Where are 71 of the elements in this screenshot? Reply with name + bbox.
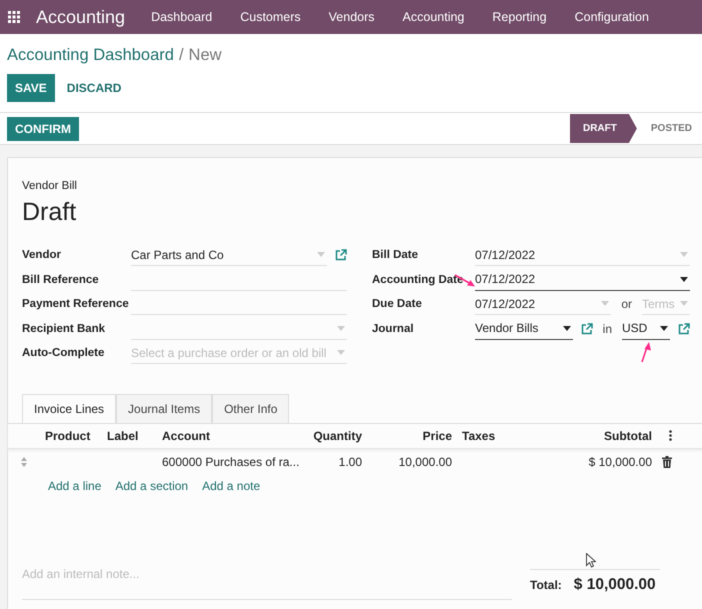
status-stage[interactable]: POSTED — [636, 114, 702, 143]
total-amount: $ 10,000.00 — [574, 576, 656, 594]
input-field[interactable]: 07/12/2022 — [475, 293, 612, 316]
table-cell-text: 600000 Purchases of ra... — [161, 454, 297, 468]
column-header[interactable]: Price — [367, 428, 457, 442]
field-label: Bill Reference — [22, 274, 99, 286]
add-link[interactable]: Add a section — [115, 478, 188, 492]
field-label: Bill Date — [372, 249, 418, 262]
app-title: Accounting — [36, 6, 126, 28]
caret-icon — [562, 326, 571, 331]
caret-icon — [660, 326, 668, 331]
caret-icon — [337, 326, 345, 331]
confirm-button[interactable]: CONFIRM — [7, 117, 79, 141]
menu-item[interactable]: Dashboard — [137, 10, 226, 24]
breadcrumb-link[interactable]: Accounting Dashboard — [7, 46, 174, 64]
tab[interactable]: Invoice Lines — [22, 394, 116, 422]
input-field[interactable]: 07/12/2022 — [475, 244, 690, 266]
column-header[interactable]: Quantity — [297, 428, 367, 442]
field-label: Payment Reference — [22, 298, 129, 310]
field-label: Due Date — [372, 298, 422, 310]
table-cell-text: 1.00 — [338, 454, 363, 468]
caret-icon — [680, 301, 688, 306]
caret-icon — [601, 301, 610, 306]
save-button[interactable]: SAVE — [7, 74, 55, 102]
column-header[interactable]: Account — [157, 428, 297, 442]
joiner-text: or — [620, 297, 633, 312]
caret-icon — [680, 252, 688, 258]
menu-item[interactable]: Configuration — [560, 10, 663, 24]
field-label: Accounting Date — [372, 274, 464, 286]
table-cell-text: $ 10,000.00 — [588, 454, 653, 468]
column-header[interactable]: Label — [102, 428, 157, 442]
document-title: Draft — [22, 198, 78, 227]
tab[interactable]: Other Info — [212, 394, 290, 422]
column-header[interactable]: Taxes — [457, 428, 557, 442]
mouse-cursor-icon — [586, 553, 596, 568]
total-label: Total: — [530, 578, 562, 592]
more-options-icon[interactable] — [669, 430, 672, 441]
document-type: Vendor Bill — [22, 180, 78, 192]
field-label: Recipient Bank — [22, 322, 106, 335]
drag-handle-icon[interactable] — [20, 456, 28, 468]
caret-icon — [337, 350, 345, 356]
input-field[interactable]: Car Parts and Co — [131, 244, 327, 266]
field-label: Journal — [372, 322, 414, 335]
menu-item[interactable]: Customers — [226, 10, 315, 24]
caret-icon — [680, 276, 688, 282]
external-link-icon[interactable] — [678, 322, 690, 335]
menu-item[interactable]: Vendors — [314, 10, 389, 24]
trash-icon[interactable] — [662, 456, 672, 468]
add-link[interactable]: Add a line — [48, 478, 102, 492]
input-field[interactable]: 07/12/2022 — [475, 268, 690, 291]
input-field[interactable]: Vendor Bills — [475, 318, 573, 340]
column-header[interactable]: Product — [40, 428, 102, 442]
field-label: Auto-Complete — [22, 347, 104, 360]
discard-button[interactable]: DISCARD — [58, 74, 130, 102]
apps-grid-icon[interactable] — [8, 11, 20, 23]
external-link-icon[interactable] — [335, 249, 347, 262]
caret-icon — [317, 252, 325, 258]
joiner-text: in — [602, 322, 613, 336]
menu-item[interactable]: Accounting — [388, 10, 478, 24]
annotation-arrow — [640, 341, 652, 363]
input-field[interactable]: USD — [622, 318, 670, 340]
field-label: Vendor — [22, 249, 61, 262]
tab[interactable]: Journal Items — [116, 394, 212, 422]
breadcrumb-current: New — [188, 46, 222, 64]
table-cell-text: 10,000.00 — [398, 454, 453, 468]
breadcrumb-separator: / — [178, 46, 184, 64]
external-link-icon[interactable] — [580, 322, 593, 335]
menu-item[interactable]: Reporting — [478, 10, 561, 24]
column-header[interactable]: Subtotal — [557, 428, 657, 442]
add-link[interactable]: Add a note — [202, 478, 260, 492]
status-stage[interactable]: DRAFT — [570, 114, 637, 143]
